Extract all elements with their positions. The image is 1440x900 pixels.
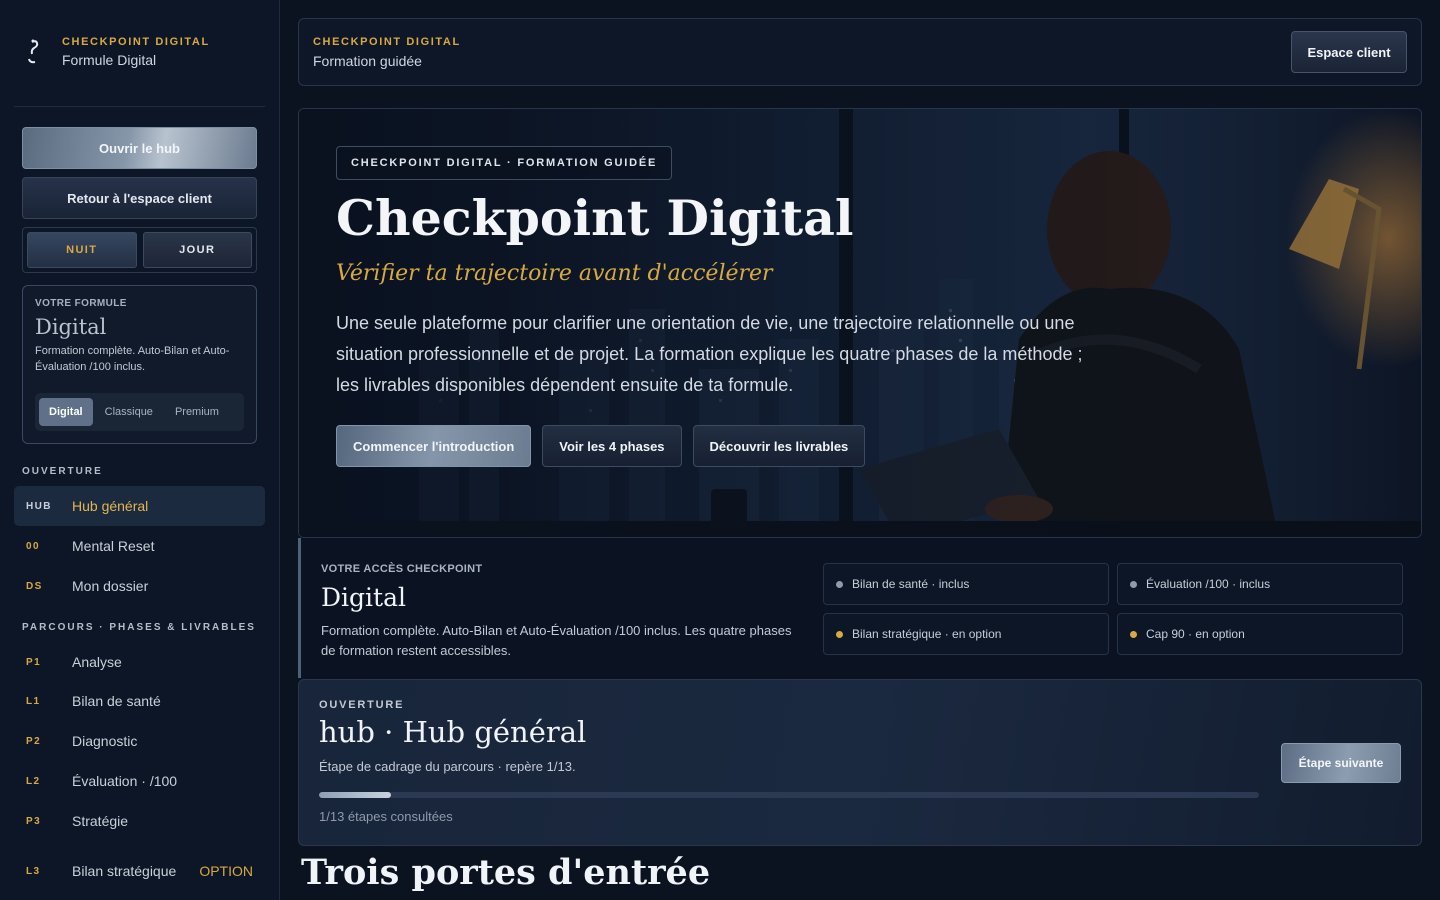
nav-item-analyse[interactable]: P1 Analyse	[14, 642, 265, 682]
hero-subtitle: Vérifier ta trajectoire avant d'accélére…	[336, 261, 773, 286]
progress-card: OUVERTURE hub · Hub général Étape de cad…	[298, 679, 1422, 846]
option-dot-icon	[1130, 630, 1137, 638]
formula-option-digital[interactable]: Digital	[39, 398, 93, 426]
nav-item-hub[interactable]: HUB Hub général	[14, 486, 265, 526]
brand-plan: Formule Digital	[62, 52, 157, 68]
next-step-button[interactable]: Étape suivante	[1281, 743, 1401, 783]
nav-code: P2	[26, 735, 42, 747]
sidebar-brand[interactable]: CHECKPOINT DIGITAL Formule Digital	[22, 36, 210, 68]
formula-option-classique[interactable]: Classique	[95, 398, 163, 426]
progress-title: hub · Hub général	[319, 715, 587, 749]
nav-label: Bilan de santé	[72, 693, 161, 709]
chip-label: Bilan de santé · inclus	[852, 577, 970, 591]
nav-item-mental-reset[interactable]: 00 Mental Reset	[14, 526, 265, 566]
chip-label: Cap 90 · en option	[1146, 627, 1245, 641]
nav-item-bilan-sante[interactable]: L1 Bilan de santé	[14, 681, 265, 721]
start-intro-button[interactable]: Commencer l'introduction	[336, 425, 532, 467]
nav-code: DS	[26, 580, 43, 592]
nav-code: L3	[26, 865, 41, 877]
discover-deliverables-button[interactable]: Découvrir les livrables	[692, 425, 866, 467]
formula-card: VOTRE FORMULE Digital Formation complète…	[22, 285, 257, 444]
option-badge: OPTION	[199, 863, 253, 879]
hero-title: Checkpoint Digital	[336, 189, 854, 247]
nav-label: Mon dossier	[72, 578, 149, 594]
access-chip: Bilan de santé · inclus	[823, 563, 1109, 605]
hero-actions: Commencer l'introduction Voir les 4 phas…	[336, 425, 866, 467]
hero-banner: CHECKPOINT DIGITAL · FORMATION GUIDÉE Ch…	[298, 108, 1422, 538]
nav-label: Bilan stratégique	[72, 863, 177, 879]
sidebar: CHECKPOINT DIGITAL Formule Digital Ouvri…	[0, 0, 280, 900]
brand-name: CHECKPOINT DIGITAL	[62, 36, 210, 48]
access-chip: Bilan stratégique · en option	[823, 613, 1109, 655]
nav-section-parcours: PARCOURS · PHASES & LIVRABLES	[22, 622, 256, 633]
sidebar-divider	[14, 106, 265, 107]
option-dot-icon	[836, 630, 843, 638]
progress-bar	[319, 792, 1259, 798]
access-panel: VOTRE ACCÈS CHECKPOINT Digital Formation…	[298, 538, 1422, 678]
theme-toggle: NUIT JOUR	[22, 227, 257, 273]
chip-label: Évaluation /100 · inclus	[1146, 577, 1271, 591]
access-label: VOTRE ACCÈS CHECKPOINT	[321, 563, 483, 575]
nav-code: P3	[26, 815, 42, 827]
nav-code: HUB	[26, 500, 52, 512]
formula-selector: Digital Classique Premium	[35, 393, 244, 431]
nav-item-evaluation[interactable]: L2 Évaluation · /100	[14, 761, 265, 801]
night-mode-button[interactable]: NUIT	[27, 232, 137, 268]
open-hub-button[interactable]: Ouvrir le hub	[22, 127, 257, 169]
access-title: Digital	[321, 583, 406, 612]
progress-bar-fill	[319, 792, 392, 798]
hero-description: Une seule plateforme pour clarifier une …	[336, 313, 1083, 395]
chip-label: Bilan stratégique · en option	[852, 627, 1002, 641]
nav-label: Évaluation · /100	[72, 773, 178, 789]
access-description: Formation complète. Auto-Bilan et Auto-É…	[321, 623, 792, 658]
nav-label: Diagnostic	[72, 733, 138, 749]
nav-item-mon-dossier[interactable]: DS Mon dossier	[14, 566, 265, 606]
progress-label: OUVERTURE	[319, 699, 405, 711]
nav-label: Hub général	[72, 498, 149, 514]
included-dot-icon	[836, 580, 843, 588]
nav-item-diagnostic[interactable]: P2 Diagnostic	[14, 721, 265, 761]
topbar-subtitle: Formation guidée	[313, 53, 422, 69]
section-title: Trois portes d'entrée	[301, 852, 711, 893]
progress-description: Étape de cadrage du parcours · repère 1/…	[319, 759, 576, 774]
progress-count: 1/13 étapes consultées	[319, 809, 453, 824]
nav-code: L1	[26, 695, 41, 707]
formula-label: VOTRE FORMULE	[35, 298, 127, 309]
formula-description: Formation complète. Auto-Bilan et Auto-É…	[35, 345, 230, 373]
nav-code: L2	[26, 775, 41, 787]
included-dot-icon	[1130, 580, 1137, 588]
top-bar: CHECKPOINT DIGITAL Formation guidée Espa…	[298, 18, 1422, 86]
formula-option-premium[interactable]: Premium	[165, 398, 229, 426]
access-chip: Évaluation /100 · inclus	[1117, 563, 1403, 605]
nav-code: P1	[26, 656, 42, 668]
day-mode-button[interactable]: JOUR	[142, 232, 252, 268]
nav-item-strategie[interactable]: P3 Stratégie	[14, 801, 265, 841]
nav-label: Stratégie	[72, 813, 129, 829]
hero-tag: CHECKPOINT DIGITAL · FORMATION GUIDÉE	[336, 146, 673, 180]
client-space-button[interactable]: Espace client	[1291, 31, 1407, 73]
formula-title: Digital	[35, 315, 107, 339]
nav-item-bilan-strategique[interactable]: L3 Bilan stratégique OPTION	[14, 851, 265, 891]
back-to-client-button[interactable]: Retour à l'espace client	[22, 177, 257, 219]
access-chip: Cap 90 · en option	[1117, 613, 1403, 655]
view-phases-button[interactable]: Voir les 4 phases	[542, 425, 682, 467]
topbar-brand: CHECKPOINT DIGITAL	[313, 36, 461, 48]
nav-section-ouverture: OUVERTURE	[22, 466, 103, 477]
question-hook-icon	[22, 39, 48, 65]
nav-label: Analyse	[72, 654, 122, 670]
nav-code: 00	[26, 540, 40, 552]
nav-label: Mental Reset	[72, 538, 155, 554]
